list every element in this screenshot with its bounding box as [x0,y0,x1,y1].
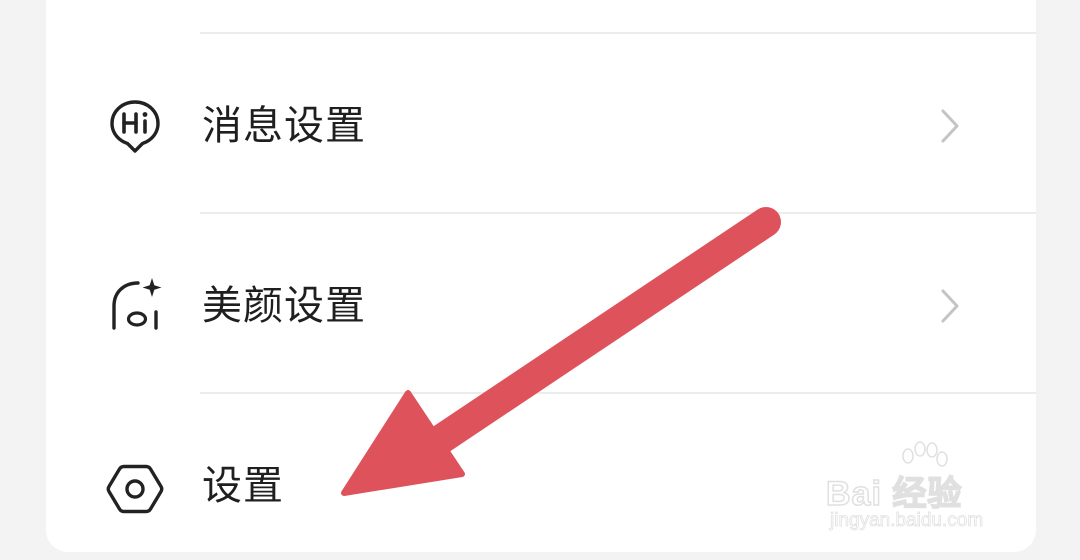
hexagon-gear-icon [106,460,164,518]
beauty-sparkle-icon [106,274,164,332]
settings-item-message[interactable]: 消息设置 [46,36,1036,216]
divider [200,32,1036,34]
watermark-brand: Bai 经验 [825,474,963,514]
hi-bubble-icon [106,96,164,154]
settings-item-beauty[interactable]: 美颜设置 [46,216,1036,396]
watermark-site: jingyan.baidu.com [830,510,984,532]
settings-screen: 消息设置 美颜设置 设置 Bai 经验 jingyan.baidu.com [0,0,1080,560]
divider [200,392,1036,394]
watermark: Bai 经验 jingyan.baidu.com [825,440,1036,540]
chevron-right-icon [934,286,964,326]
divider [200,212,1036,214]
chevron-right-icon [934,106,964,146]
settings-item-label: 消息设置 [202,103,366,149]
settings-item-label: 设置 [202,463,284,509]
settings-item-label: 美颜设置 [202,283,366,329]
